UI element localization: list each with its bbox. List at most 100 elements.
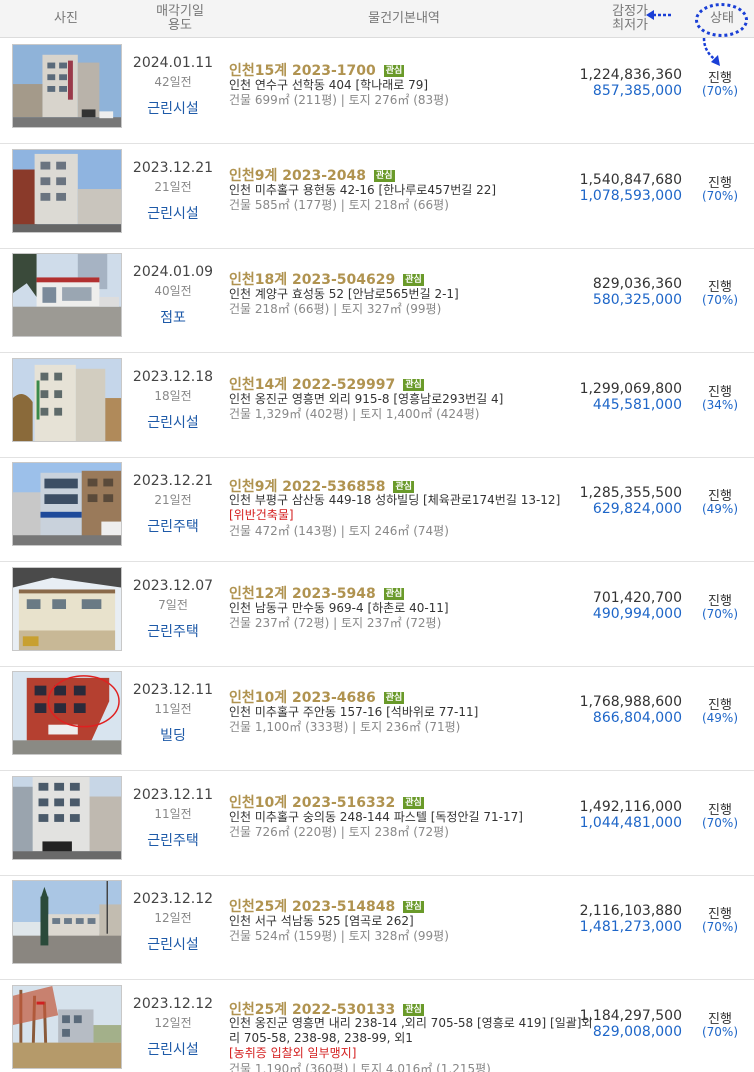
days-remaining: 40일전 [154,284,192,298]
area-info: 건물 726㎡ (220평) | 토지 238㎡ (72평) [229,824,449,839]
price-ratio: (70%) [701,606,739,621]
area-info: 건물 237㎡ (72평) | 토지 237㎡ (72평) [229,615,442,630]
price-ratio: (70%) [701,920,739,934]
annotation-circle [695,3,748,37]
property-photo[interactable] [12,357,122,442]
header-use-label: 용도 [168,18,192,33]
appraisal-price: 1,184,297,500 [579,1007,682,1024]
auction-date: 2023.12.11 [132,786,214,803]
minimum-price: 629,824,000 [592,501,682,517]
property-use[interactable]: 근린주택 [132,830,214,850]
area-info: 건물 218㎡ (66평) | 토지 327㎡ (99평) [229,302,442,316]
listing-row[interactable]: 2024.01.09 40일전 점포 인천18계 2023-504629 관심 인천 계양… [0,249,754,353]
listing-row[interactable]: 2023.12.12 12일전 근린시설 인천25계 2023-514848 관심 인천 … [0,876,754,980]
days-remaining: 11일전 [154,702,192,716]
minimum-price: 1,078,593,000 [579,187,682,204]
table-header: 사진 매각기일 용도 물건기본내역 감정가 최저가 상태 [0,0,754,38]
appraisal-price: 1,768,988,600 [579,694,682,710]
property-photo[interactable] [12,775,122,860]
property-use[interactable]: 근린시설 [132,412,214,432]
header-min-label: 최저가 [612,18,648,33]
area-info: 건물 524㎡ (159평) | 토지 328㎡ (99평) [229,929,449,943]
days-remaining: 18일전 [154,388,192,403]
area-info: 건물 472㎡ (143평) | 토지 246㎡ (74평) [229,524,449,538]
minimum-price: 445,581,000 [592,396,682,413]
listing-row[interactable]: 2023.12.21 21일전 근린주택 인천9계 2022-536858 관심 인천 부… [0,458,754,562]
appraisal-price: 1,540,847,680 [579,171,682,188]
price-ratio: (70%) [701,1024,739,1039]
area-info: 건물 1,100㎡ (333평) | 토지 236㎡ (71평) [229,720,461,734]
auction-date: 2023.12.21 [132,473,214,489]
auction-date: 2024.01.11 [132,55,214,71]
warning-label: [위반건축물] [229,508,294,522]
property-use[interactable]: 근린시설 [132,934,214,954]
property-photo[interactable] [12,44,122,128]
listing-row[interactable]: 2023.12.11 11일전 빌딩 인천10계 2023-4686 관심 인천 미추홀구… [0,667,754,771]
appraisal-price: 2,116,103,880 [579,903,682,919]
auction-date: 2023.12.12 [132,995,214,1012]
property-photo[interactable] [12,462,122,546]
price-ratio: (70%) [701,84,739,98]
price-ratio: (70%) [701,293,739,307]
property-use[interactable]: 근린시설 [132,203,214,223]
auction-date: 2023.12.21 [132,159,214,176]
minimum-price: 829,008,000 [592,1023,682,1040]
property-use[interactable]: 점포 [132,307,214,327]
auction-date: 2023.12.07 [132,577,214,594]
property-use[interactable]: 근린주택 [132,621,214,641]
appraisal-price: 701,420,700 [592,589,682,606]
property-photo[interactable] [12,148,122,233]
minimum-price: 866,804,000 [592,710,682,726]
auction-date: 2024.01.09 [132,264,214,280]
days-remaining: 21일전 [154,179,192,194]
header-photo: 사진 [54,11,78,26]
days-remaining: 11일전 [154,806,192,821]
listing-row[interactable]: 2023.12.12 12일전 근린시설 인천25계 2022-530133 관심 인천 … [0,981,754,1072]
property-use[interactable]: 빌딩 [132,725,214,745]
auction-date: 2023.12.18 [132,368,214,385]
appraisal-price: 1,299,069,800 [579,380,682,397]
header-date-label: 매각기일 [156,4,204,19]
auction-date: 2023.12.12 [132,891,214,907]
property-use[interactable]: 근린주택 [132,516,214,536]
minimum-price: 580,325,000 [592,292,682,308]
appraisal-price: 1,285,355,500 [579,485,682,501]
price-ratio: (49%) [701,502,739,516]
header-info: 물건기본내역 [368,11,440,26]
header-date-use: 매각기일 용도 [132,5,228,33]
days-remaining: 7일전 [158,597,188,612]
price-ratio: (49%) [701,711,739,725]
area-info: 건물 699㎡ (211평) | 토지 276㎡ (83평) [229,93,449,107]
property-photo[interactable] [12,566,122,651]
property-photo[interactable] [12,880,122,964]
property-photo[interactable] [12,671,122,755]
days-remaining: 12일전 [154,1015,192,1030]
listing-row[interactable]: 2023.12.18 18일전 근린시설 인천14계 2022-529997 관심 인천 … [0,354,754,458]
property-photo[interactable] [12,253,122,337]
days-remaining: 42일전 [154,75,192,89]
auction-date: 2023.12.11 [132,682,214,698]
minimum-price: 1,481,273,000 [579,919,682,935]
area-info: 건물 585㎡ (177평) | 토지 218㎡ (66평) [229,197,449,212]
annotation-arrow-left-icon [646,10,671,20]
property-use[interactable]: 근린시설 [132,98,214,118]
warning-label: [농취증 입찰외 일부맹지] [229,1045,357,1060]
minimum-price: 857,385,000 [592,83,682,99]
appraisal-price: 829,036,360 [592,276,682,292]
listing-row[interactable]: 2024.01.11 42일전 근린시설 인천15계 2023-1700 관심 인천 연수… [0,40,754,144]
price-ratio: (34%) [701,397,739,412]
minimum-price: 490,994,000 [592,605,682,622]
appraisal-price: 1,224,836,360 [579,67,682,83]
appraisal-price: 1,492,116,000 [579,798,682,815]
area-info: 건물 1,329㎡ (402평) | 토지 1,400㎡ (424평) [229,406,480,421]
property-use[interactable]: 근린시설 [132,1039,214,1059]
header-appraisal-label: 감정가 [612,4,648,19]
property-photo[interactable] [12,984,122,1069]
listing-row[interactable]: 2023.12.11 11일전 근린주택 인천10계 2023-516332 관심 인천 … [0,772,754,876]
price-ratio: (70%) [701,188,739,203]
days-remaining: 12일전 [154,911,192,925]
area-info: 건물 1,190㎡ (360평) | 토지 4,016㎡ (1,215평) [229,1061,491,1072]
minimum-price: 1,044,481,000 [579,814,682,831]
listing-row[interactable]: 2023.12.21 21일전 근린시설 인천9계 2023-2048 관심 인천 미추홀… [0,145,754,249]
listing-row[interactable]: 2023.12.07 7일전 근린주택 인천12계 2023-5948 관심 인천 남동구… [0,563,754,667]
